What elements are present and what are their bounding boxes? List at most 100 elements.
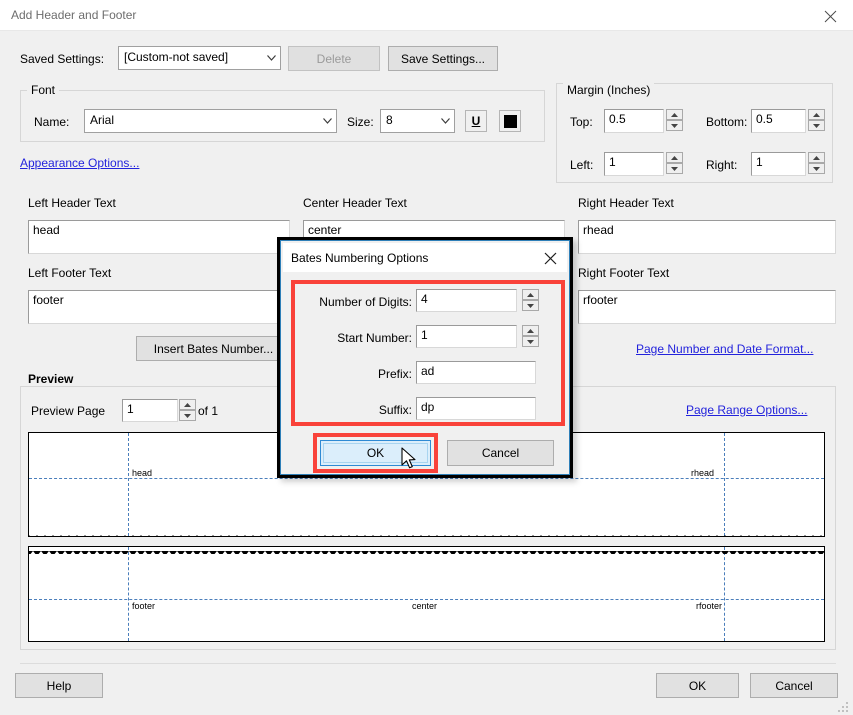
close-icon [824, 10, 837, 23]
left-footer-text-label: Left Footer Text [28, 266, 112, 280]
start-number-spinner[interactable] [522, 325, 539, 348]
preview-right-footer-text: rfooter [696, 601, 723, 611]
saved-settings-value: [Custom-not saved] [124, 50, 229, 64]
saved-settings-combo[interactable]: [Custom-not saved] [118, 46, 281, 70]
margin-left-input[interactable]: 1 [604, 152, 664, 176]
spinner-down-icon[interactable] [522, 336, 539, 347]
prefix-label: Prefix: [377, 367, 412, 381]
page-tear-edge-bottom [29, 529, 824, 536]
margin-right-spinner[interactable] [808, 152, 825, 175]
modal-cancel-button[interactable]: Cancel [447, 440, 554, 466]
modal-close-button[interactable] [535, 243, 565, 272]
margin-top-label: Top: [570, 115, 593, 129]
suffix-input[interactable]: dp [416, 397, 536, 420]
spinner-up-icon[interactable] [808, 109, 825, 120]
close-window-button[interactable] [808, 0, 853, 30]
cancel-button[interactable]: Cancel [750, 673, 838, 698]
spinner-down-icon[interactable] [808, 163, 825, 174]
font-name-value: Arial [90, 113, 115, 127]
font-size-value: 8 [386, 113, 393, 127]
appearance-options-link[interactable]: Appearance Options... [20, 156, 139, 170]
help-button[interactable]: Help [15, 673, 103, 698]
margin-top-input[interactable]: 0.5 [604, 109, 664, 133]
font-color-swatch-icon [503, 114, 517, 128]
spinner-up-icon[interactable] [808, 152, 825, 163]
preview-page-footer: footer center rfooter [28, 546, 825, 642]
modal-ok-button[interactable]: OK [320, 440, 431, 466]
margin-right-input[interactable]: 1 [751, 152, 806, 176]
font-size-combo[interactable]: 8 [380, 109, 455, 133]
underline-toggle-button[interactable]: U [465, 110, 487, 132]
page-number-date-format-link[interactable]: Page Number and Date Format... [636, 342, 813, 356]
margin-bottom-input[interactable]: 0.5 [751, 109, 806, 133]
insert-bates-number-button[interactable]: Insert Bates Number... [136, 336, 291, 361]
preview-right-margin-guide [724, 547, 725, 641]
page-range-options-link[interactable]: Page Range Options... [686, 403, 807, 417]
spinner-down-icon[interactable] [179, 410, 196, 421]
window-title: Add Header and Footer [11, 8, 137, 22]
spinner-up-icon[interactable] [666, 152, 683, 163]
preview-left-footer-text: footer [132, 601, 156, 611]
spinner-down-icon[interactable] [666, 163, 683, 174]
left-header-text-input[interactable]: head [28, 220, 290, 254]
ok-button[interactable]: OK [656, 673, 739, 698]
number-of-digits-input[interactable]: 4 [416, 289, 517, 312]
save-settings-button[interactable]: Save Settings... [388, 46, 498, 71]
margin-left-spinner[interactable] [666, 152, 683, 175]
number-of-digits-spinner[interactable] [522, 289, 539, 312]
font-name-label: Name: [34, 115, 70, 129]
margin-group-title: Margin (Inches) [563, 83, 655, 97]
spinner-up-icon[interactable] [522, 289, 539, 300]
start-number-label: Start Number: [337, 331, 412, 345]
spinner-down-icon[interactable] [808, 120, 825, 131]
start-number-input[interactable]: 1 [416, 325, 517, 348]
spinner-up-icon[interactable] [179, 399, 196, 410]
page-tear-edge-top [29, 547, 824, 554]
preview-right-margin-guide [724, 433, 725, 536]
modal-body: Number of Digits: 4 Start Number: 1 Pref… [283, 272, 567, 473]
window-titlebar: Add Header and Footer [0, 0, 853, 31]
modal-title-text: Bates Numbering Options [291, 251, 429, 265]
suffix-label: Suffix: [378, 403, 412, 417]
left-header-text-label: Left Header Text [28, 196, 116, 210]
right-header-text-input[interactable]: rhead [578, 220, 836, 254]
preview-left-margin-guide [128, 547, 129, 641]
margin-right-label: Right: [706, 158, 738, 172]
close-icon [544, 252, 557, 265]
margin-top-spinner[interactable] [666, 109, 683, 132]
modal-titlebar: Bates Numbering Options [283, 243, 567, 272]
chevron-down-icon [262, 47, 280, 69]
font-group-title: Font [27, 83, 60, 97]
underline-icon: U [471, 114, 481, 128]
number-of-digits-label: Number of Digits: [319, 295, 412, 309]
preview-page-total-label: of 1 [198, 404, 219, 418]
delete-settings-button[interactable]: Delete [288, 46, 380, 71]
font-size-label: Size: [347, 115, 374, 129]
spinner-up-icon[interactable] [522, 325, 539, 336]
prefix-input[interactable]: ad [416, 361, 536, 384]
preview-page-label: Preview Page [31, 404, 106, 418]
preview-page-spinner[interactable] [179, 399, 196, 422]
spinner-down-icon[interactable] [666, 120, 683, 131]
spinner-down-icon[interactable] [522, 300, 539, 311]
chevron-down-icon [436, 110, 454, 132]
spinner-up-icon[interactable] [666, 109, 683, 120]
preview-center-footer-text: center [412, 601, 438, 611]
modal-ok-label: OK [366, 446, 385, 460]
center-header-text-label: Center Header Text [303, 196, 407, 210]
right-footer-text-label: Right Footer Text [578, 266, 670, 280]
preview-page-input[interactable]: 1 [122, 399, 178, 422]
chevron-down-icon [318, 110, 336, 132]
margin-bottom-label: Bottom: [706, 115, 748, 129]
footer-divider [20, 663, 836, 664]
font-color-button[interactable] [499, 110, 521, 132]
preview-bottom-margin-guide [29, 599, 824, 600]
bates-numbering-options-dialog: Bates Numbering Options Number of Digits… [277, 237, 573, 478]
preview-left-header-text: head [132, 468, 153, 478]
preview-right-header-text: rhead [691, 468, 715, 478]
font-name-combo[interactable]: Arial [84, 109, 337, 133]
resize-grip[interactable] [838, 700, 850, 712]
left-footer-text-input[interactable]: footer [28, 290, 290, 324]
right-footer-text-input[interactable]: rfooter [578, 290, 836, 324]
margin-bottom-spinner[interactable] [808, 109, 825, 132]
